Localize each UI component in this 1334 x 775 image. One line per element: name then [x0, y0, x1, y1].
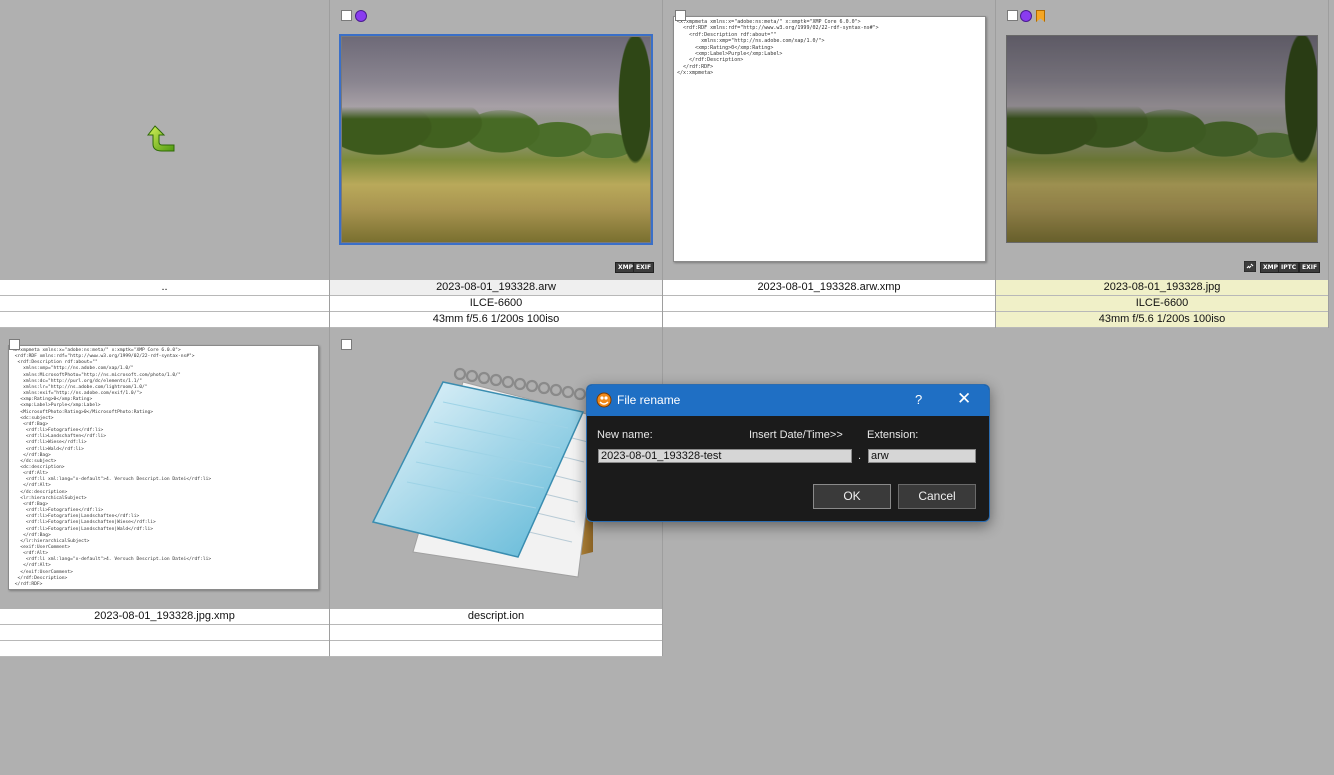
thumbnail-parent-folder[interactable] — [0, 0, 329, 279]
thumbnail-arw[interactable]: XMP EXIF — [330, 0, 662, 279]
new-name-input[interactable] — [598, 449, 852, 463]
bookmark-icon — [1036, 10, 1045, 22]
exposure-label — [0, 312, 329, 328]
select-checkbox[interactable] — [9, 339, 20, 350]
select-checkbox[interactable] — [675, 10, 686, 21]
thumbnail-jpg[interactable]: XMP IPTC EXIF — [996, 0, 1328, 279]
exposure-label — [663, 312, 995, 328]
xmp-preview: <x:xmpmeta xmlns:x="adobe:ns:meta/" x:xm… — [673, 16, 986, 262]
dialog-title: File rename — [617, 393, 681, 407]
camera-label — [330, 625, 662, 641]
file-name-label: 2023-08-01_193328.arw.xmp — [663, 280, 995, 296]
purple-label-icon — [355, 10, 367, 22]
exif-badge-icon: EXIF — [633, 262, 655, 273]
camera-label: ILCE-6600 — [996, 296, 1328, 312]
extension-input[interactable] — [868, 449, 976, 463]
file-name-label: descript.ion — [330, 609, 662, 625]
dialog-titlebar[interactable]: File rename ? ✕ — [587, 385, 989, 416]
column-divider — [1328, 0, 1329, 328]
new-name-label: New name: — [597, 429, 653, 441]
select-checkbox[interactable] — [341, 339, 352, 350]
help-button[interactable]: ? — [915, 392, 922, 407]
notepad-icon — [371, 367, 599, 578]
exif-badge-icon: EXIF — [1299, 262, 1321, 273]
app-logo-icon — [596, 392, 612, 408]
file-name-label: .. — [0, 280, 329, 296]
exposure-label — [330, 641, 662, 657]
exposure-label: 43mm f/5.6 1/200s 100iso — [996, 312, 1328, 328]
link-icon — [1244, 261, 1256, 272]
landscape-photo — [339, 34, 653, 245]
file-name-label: 2023-08-01_193328.arw — [330, 280, 662, 296]
iptc-badge-icon: IPTC — [1278, 262, 1300, 273]
camera-label — [0, 296, 329, 312]
close-button[interactable]: ✕ — [957, 389, 971, 409]
insert-date-time-button[interactable]: Insert Date/Time>> — [749, 429, 843, 441]
file-rename-dialog: File rename ? ✕ New name: Insert Date/Ti… — [586, 384, 990, 522]
thumbnail-arw-xmp[interactable]: <x:xmpmeta xmlns:x="adobe:ns:meta/" x:xm… — [663, 0, 995, 279]
exposure-label — [0, 641, 329, 657]
extension-label: Extension: — [867, 429, 919, 441]
cancel-button[interactable]: Cancel — [898, 484, 976, 509]
purple-label-icon — [1020, 10, 1032, 22]
camera-label — [663, 296, 995, 312]
landscape-photo — [1006, 35, 1318, 243]
exposure-label: 43mm f/5.6 1/200s 100iso — [330, 312, 662, 328]
file-name-label: 2023-08-01_193328.jpg.xmp — [0, 609, 329, 625]
camera-label: ILCE-6600 — [330, 296, 662, 312]
extension-separator: . — [858, 450, 862, 462]
camera-label — [0, 625, 329, 641]
thumbnail-jpg-xmp[interactable]: <x:xmpmeta xmlns:x="adobe:ns:meta/" x:xm… — [0, 328, 329, 608]
xmp-preview: <x:xmpmeta xmlns:x="adobe:ns:meta/" x:xm… — [8, 345, 319, 590]
select-checkbox[interactable] — [1007, 10, 1018, 21]
up-folder-icon — [146, 125, 175, 152]
select-checkbox[interactable] — [341, 10, 352, 21]
file-name-label: 2023-08-01_193328.jpg — [996, 280, 1328, 296]
ok-button[interactable]: OK — [813, 484, 891, 509]
